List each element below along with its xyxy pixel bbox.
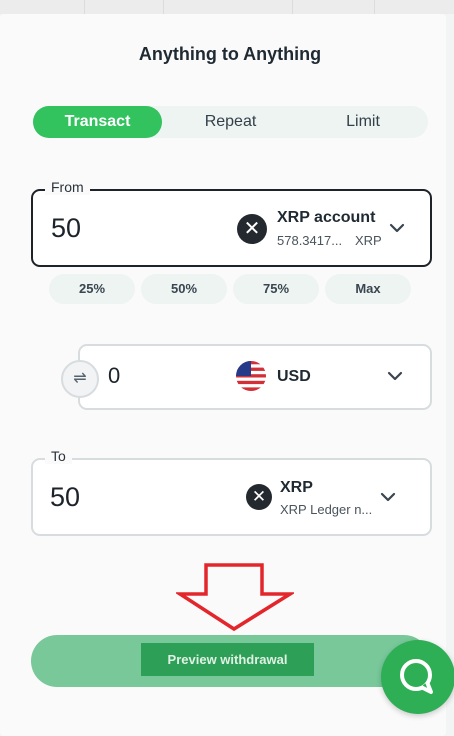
swap-icon[interactable]: ⇌ [61, 360, 99, 398]
mode-tabs: Transact Repeat Limit [33, 106, 428, 138]
max-button[interactable]: Max [325, 274, 411, 304]
chevron-down-icon[interactable] [388, 219, 406, 237]
from-token-name: XRP account [277, 209, 376, 226]
from-field[interactable]: From 50 ✕ XRP account 578.3417... XRP [31, 179, 432, 267]
tab-repeat[interactable]: Repeat [163, 106, 298, 138]
percent-25-button[interactable]: 25% [49, 274, 135, 304]
middle-amount-input[interactable]: 0 [108, 363, 120, 389]
down-arrow-icon [176, 563, 294, 632]
chevron-down-icon[interactable] [386, 367, 404, 385]
divider [84, 0, 85, 14]
tab-transact[interactable]: Transact [33, 106, 162, 138]
to-token-network: XRP Ledger n... [280, 502, 373, 517]
divider [292, 0, 293, 14]
to-field[interactable]: To 50 ✕ XRP XRP Ledger n... [31, 448, 432, 536]
currency-name: USD [277, 368, 311, 385]
to-label: To [45, 448, 72, 464]
from-label: From [45, 179, 90, 195]
percent-50-button[interactable]: 50% [141, 274, 227, 304]
chat-button[interactable] [381, 640, 454, 714]
from-amount-input[interactable]: 50 [51, 213, 81, 244]
percent-75-button[interactable]: 75% [233, 274, 319, 304]
top-strip [0, 0, 454, 14]
from-token-balance: 578.3417... [277, 233, 343, 248]
tab-limit[interactable]: Limit [298, 106, 428, 138]
divider [374, 0, 375, 14]
to-amount-input[interactable]: 50 [50, 482, 80, 513]
chevron-down-icon[interactable] [379, 488, 397, 506]
preview-withdrawal-label[interactable]: Preview withdrawal [141, 643, 314, 676]
from-token-symbol: XRP [355, 233, 382, 248]
to-token-selector[interactable]: ✕ XRP XRP Ledger n... [226, 475, 410, 521]
to-token-name: XRP [280, 479, 313, 496]
divider [163, 0, 164, 14]
to-amount-box: 50 [38, 477, 100, 519]
chat-icon [400, 659, 433, 694]
page-title: Anything to Anything [138, 44, 322, 64]
us-flag-icon [236, 361, 266, 391]
xrp-icon: ✕ [246, 484, 272, 510]
xrp-icon: ✕ [237, 214, 267, 244]
